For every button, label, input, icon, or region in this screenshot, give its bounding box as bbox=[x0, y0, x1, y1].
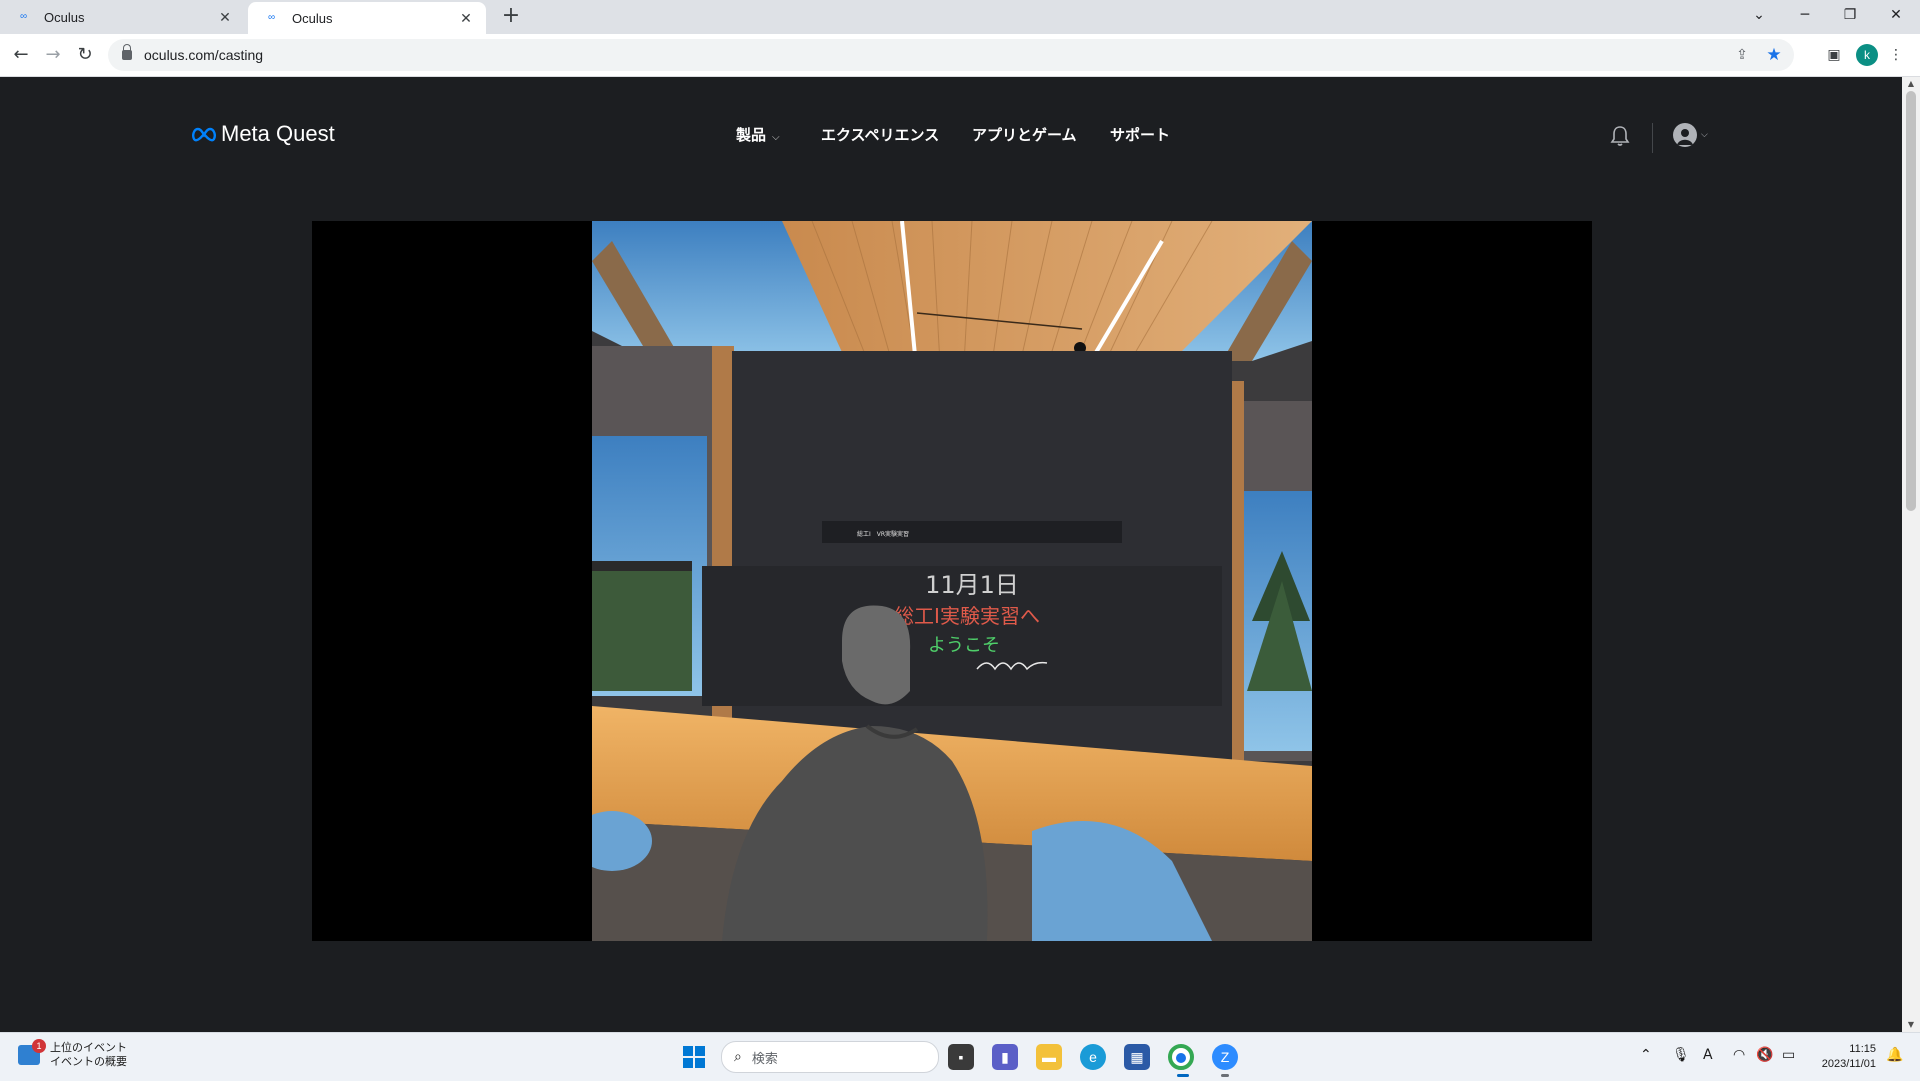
tab-title: Oculus bbox=[292, 10, 333, 26]
microphone-icon[interactable]: 🎙 bbox=[1672, 1047, 1690, 1063]
side-panel-icon[interactable]: ▣ bbox=[1822, 42, 1846, 68]
vr-cast-view: 総工Ⅰ VR実験実習 11月1日 総工Ⅰ実験実習へ ようこそ bbox=[592, 221, 1312, 941]
reload-button[interactable]: ↻ bbox=[73, 43, 97, 67]
widget-subtitle: イベントの概要 bbox=[50, 1055, 127, 1068]
casting-video-player[interactable]: 総工Ⅰ VR実験実習 11月1日 総工Ⅰ実験実習へ ようこそ bbox=[312, 221, 1592, 941]
search-icon: ⌕ bbox=[734, 1049, 742, 1065]
teams-chat-icon[interactable]: ▮ bbox=[992, 1044, 1018, 1070]
close-window-button[interactable]: ✕ bbox=[1876, 2, 1916, 28]
meta-icon: ∞ bbox=[268, 12, 276, 23]
clock-date: 2023/11/01 bbox=[1821, 1058, 1876, 1070]
logo-text: Meta Quest bbox=[221, 121, 335, 146]
chrome-icon[interactable] bbox=[1168, 1044, 1194, 1070]
widgets-button[interactable]: 1 上位のイベント イベントの概要 bbox=[18, 1039, 127, 1069]
running-app-indicator bbox=[1221, 1074, 1229, 1077]
widget-title: 上位のイベント bbox=[50, 1041, 127, 1054]
start-button[interactable] bbox=[683, 1046, 705, 1068]
battery-icon[interactable]: ▭ bbox=[1782, 1047, 1795, 1063]
browser-tab[interactable]: ∞ Oculus ✕ bbox=[0, 0, 245, 34]
notification-badge: 1 bbox=[32, 1039, 46, 1053]
scroll-down-icon[interactable]: ▼ bbox=[1902, 1018, 1920, 1032]
meta-quest-logo[interactable]: Meta Quest bbox=[191, 121, 335, 147]
active-app-indicator bbox=[1177, 1074, 1189, 1077]
clock-time: 11:15 bbox=[1849, 1043, 1876, 1055]
minimize-button[interactable]: ─ bbox=[1785, 2, 1825, 28]
restore-button[interactable]: ❐ bbox=[1830, 2, 1870, 28]
tab-title: Oculus bbox=[44, 9, 85, 25]
close-tab-icon[interactable]: ✕ bbox=[217, 9, 233, 26]
board-line-date: 11月1日 bbox=[925, 571, 1019, 599]
widgets-icon: 1 bbox=[18, 1039, 46, 1065]
lock-icon[interactable] bbox=[122, 44, 132, 60]
forward-button[interactable]: → bbox=[41, 43, 65, 67]
tab-search-icon[interactable]: ⌄ bbox=[1739, 2, 1779, 28]
back-button[interactable]: ← bbox=[9, 43, 33, 67]
share-icon[interactable]: ⇪ bbox=[1730, 47, 1754, 63]
chevron-down-icon: ⌵ bbox=[772, 132, 780, 143]
meta-logo-icon bbox=[192, 127, 216, 142]
close-tab-icon[interactable]: ✕ bbox=[458, 10, 474, 27]
edge-icon[interactable]: e bbox=[1080, 1044, 1106, 1070]
nav-item-products[interactable]: 製品 ⌵ bbox=[736, 124, 780, 145]
menu-icon[interactable]: ⋮ bbox=[1886, 42, 1906, 68]
task-view-icon[interactable]: ▪ bbox=[948, 1044, 974, 1070]
nav-label: エクスペリエンス bbox=[821, 126, 940, 144]
address-bar[interactable]: oculus.com/casting ⇪ ★ bbox=[108, 39, 1794, 71]
nav-label: 製品 bbox=[736, 126, 767, 144]
taskbar-search[interactable]: ⌕ 検索 bbox=[721, 1041, 939, 1073]
nav-item-support[interactable]: サポート bbox=[1110, 124, 1170, 145]
nav-item-experiences[interactable]: エクスペリエンス bbox=[821, 124, 939, 145]
url-text[interactable]: oculus.com/casting bbox=[144, 47, 1730, 63]
board-line-youkoso: ようこそ bbox=[928, 635, 1000, 656]
search-placeholder: 検索 bbox=[751, 1051, 778, 1067]
new-tab-button[interactable]: + bbox=[499, 4, 523, 28]
nav-item-apps-games[interactable]: アプリとゲーム bbox=[972, 124, 1077, 145]
store-icon[interactable]: ▦ bbox=[1124, 1044, 1150, 1070]
show-hidden-icons[interactable]: ⌃ bbox=[1640, 1047, 1652, 1063]
taskbar-clock[interactable]: 11:15 2023/11/01 bbox=[1812, 1042, 1876, 1072]
browser-tab-strip: ∞ Oculus ✕ ∞ Oculus ✕ + ⌄ ─ ❐ ✕ bbox=[0, 0, 1920, 34]
scrollbar-thumb[interactable] bbox=[1906, 91, 1916, 511]
scroll-up-icon[interactable]: ▲ bbox=[1902, 77, 1920, 91]
header-divider bbox=[1652, 123, 1653, 153]
browser-toolbar: ← → ↻ oculus.com/casting ⇪ ★ ▣ k ⋮ bbox=[0, 34, 1920, 77]
speaker-muted-icon[interactable]: 🔇 bbox=[1756, 1047, 1773, 1063]
profile-avatar[interactable]: k bbox=[1856, 44, 1878, 66]
account-menu[interactable]: ⌵ bbox=[1673, 123, 1708, 147]
ime-indicator[interactable]: A bbox=[1703, 1047, 1713, 1063]
windows-taskbar: 1 上位のイベント イベントの概要 ⌕ 検索 ▪ ▮ ▬ e ▦ Z ⌃ 🎙 A… bbox=[0, 1032, 1920, 1081]
file-explorer-icon[interactable]: ▬ bbox=[1036, 1044, 1062, 1070]
board-line-welcome: 総工Ⅰ実験実習へ bbox=[894, 604, 1040, 628]
zoom-icon[interactable]: Z bbox=[1212, 1044, 1238, 1070]
page-content: Meta Quest 製品 ⌵ エクスペリエンス アプリとゲーム サポート ⌵ bbox=[0, 77, 1902, 1032]
notification-center-icon[interactable]: 🔔 bbox=[1886, 1047, 1903, 1063]
board-title-text: 総工Ⅰ VR実験実習 bbox=[857, 530, 909, 538]
bookmark-star-icon[interactable]: ★ bbox=[1762, 45, 1786, 65]
nav-label: サポート bbox=[1110, 126, 1171, 144]
notification-bell-icon[interactable] bbox=[1610, 125, 1630, 147]
page-scrollbar[interactable]: ▲ ▼ bbox=[1902, 77, 1920, 1032]
user-avatar-icon bbox=[1673, 123, 1697, 147]
meta-icon: ∞ bbox=[20, 11, 28, 22]
browser-tab-active[interactable]: ∞ Oculus ✕ bbox=[248, 2, 486, 34]
nav-label: アプリとゲーム bbox=[972, 126, 1077, 144]
wifi-icon[interactable]: ◠ bbox=[1733, 1047, 1745, 1063]
chevron-down-icon: ⌵ bbox=[1701, 130, 1708, 140]
